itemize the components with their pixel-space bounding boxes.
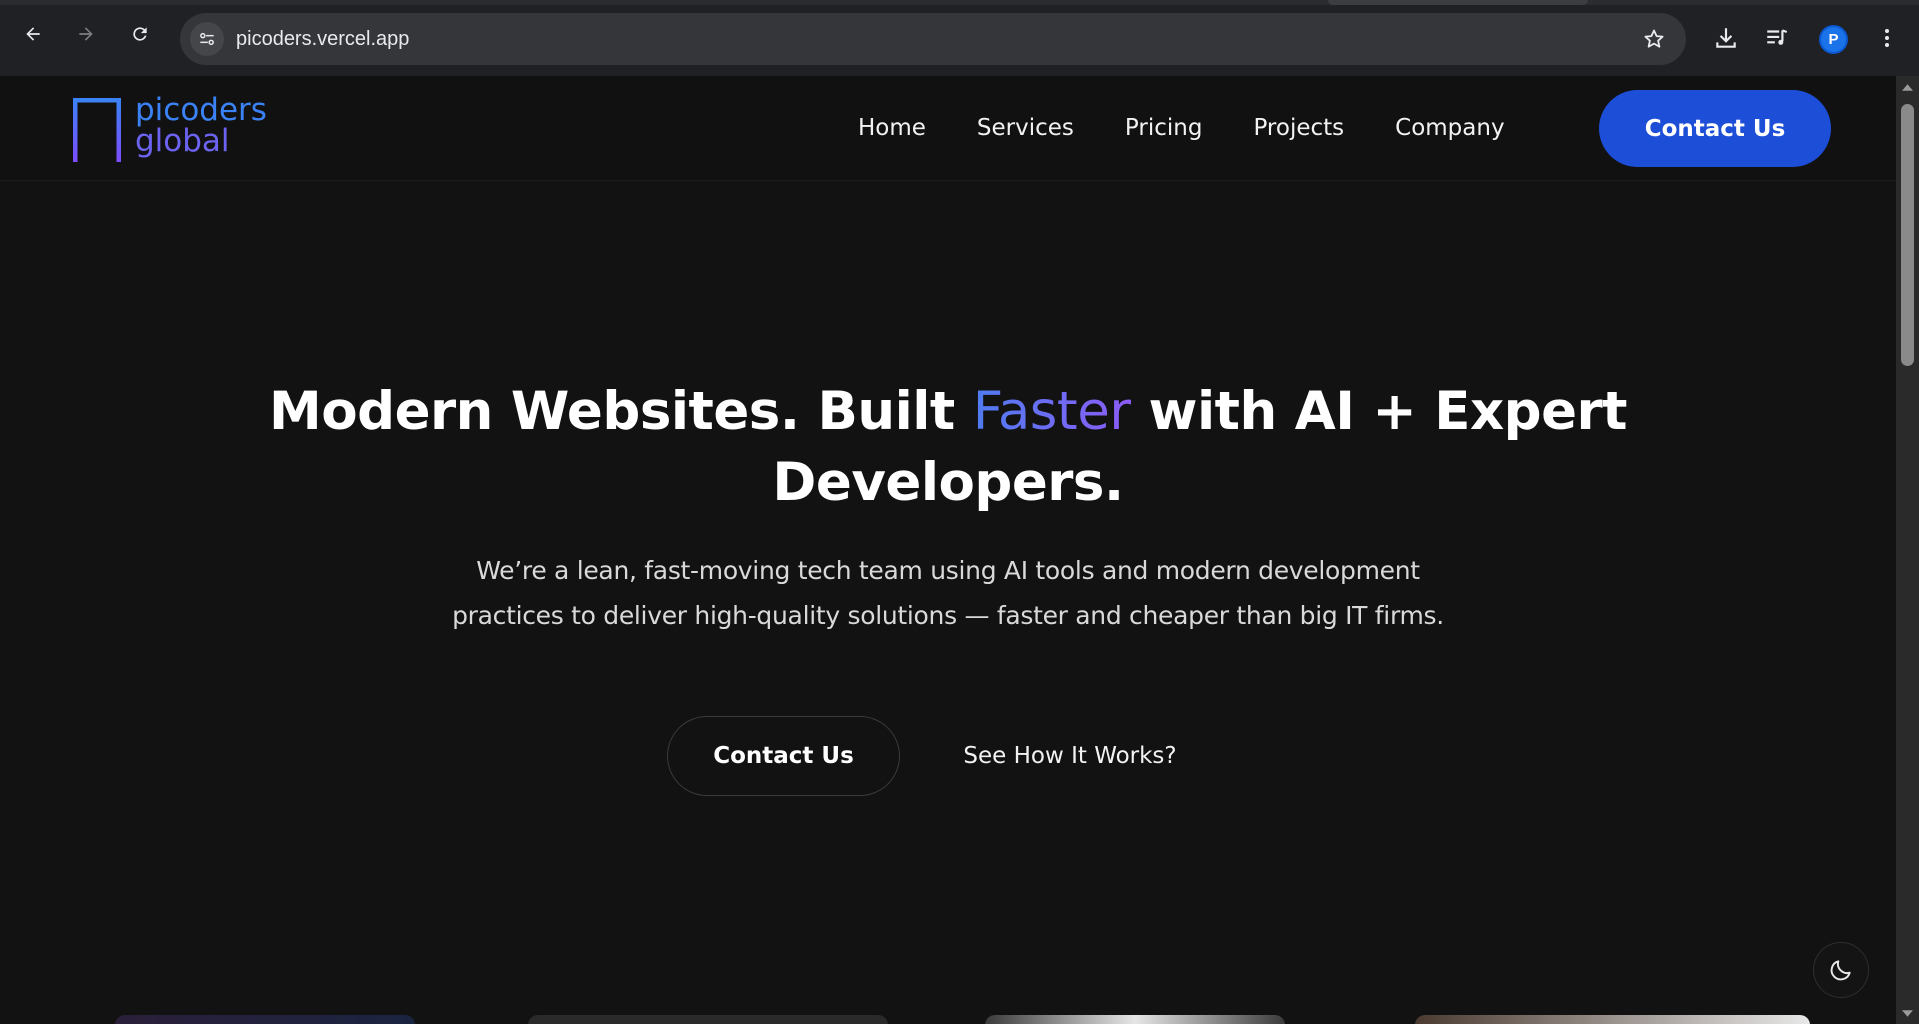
- media-queue-icon: [1767, 29, 1788, 45]
- nav-pricing[interactable]: Pricing: [1125, 110, 1203, 146]
- see-how-it-works-button[interactable]: See How It Works?: [940, 716, 1200, 796]
- scroll-up-arrow[interactable]: [1896, 78, 1919, 96]
- page-viewport: picoders global Home Services Pricing Pr…: [0, 76, 1896, 1024]
- logo-line-1: picoders: [135, 92, 267, 128]
- preview-card-4: [1415, 1015, 1810, 1024]
- url-text[interactable]: picoders.vercel.app: [236, 28, 409, 51]
- tab-strip-gap: [1328, 0, 1588, 5]
- hero-title-accent: Faster: [972, 381, 1131, 442]
- logo-line-2: global: [135, 123, 230, 159]
- browser-toolbar: picoders.vercel.app P: [0, 0, 1919, 76]
- forward-button[interactable]: [70, 18, 102, 50]
- downloads-button[interactable]: [1712, 24, 1740, 52]
- scroll-thumb[interactable]: [1901, 104, 1914, 366]
- address-bar[interactable]: picoders.vercel.app: [180, 13, 1686, 65]
- nav-home[interactable]: Home: [858, 110, 926, 146]
- tune-icon: [200, 32, 214, 46]
- hero-title-part-1: Modern Websites. Built: [269, 381, 973, 442]
- logo-mark-icon: [73, 98, 121, 162]
- site-logo[interactable]: picoders global: [73, 95, 273, 162]
- main-nav: Home Services Pricing Projects Company: [858, 110, 1505, 146]
- nav-projects[interactable]: Projects: [1253, 110, 1344, 146]
- scroll-down-arrow[interactable]: [1896, 1004, 1919, 1022]
- media-button[interactable]: [1763, 24, 1791, 52]
- arrow-left-icon: [26, 27, 40, 41]
- star-icon[interactable]: [1642, 27, 1666, 51]
- caret-down-icon: [1902, 1009, 1913, 1017]
- site-header: picoders global Home Services Pricing Pr…: [0, 76, 1896, 181]
- download-icon: [1716, 28, 1736, 48]
- arrow-right-icon: [79, 27, 93, 41]
- kebab-menu-icon: [1885, 29, 1889, 47]
- profile-avatar[interactable]: P: [1819, 25, 1848, 54]
- caret-up-icon: [1902, 83, 1913, 91]
- header-contact-button[interactable]: Contact Us: [1599, 90, 1831, 167]
- tab-strip: [0, 0, 1919, 5]
- reload-icon: [133, 27, 147, 41]
- nav-company[interactable]: Company: [1395, 110, 1504, 146]
- preview-card-1: [115, 1015, 415, 1024]
- theme-toggle-button[interactable]: [1813, 942, 1869, 998]
- back-button[interactable]: [17, 18, 49, 50]
- browser-menu-button[interactable]: [1873, 24, 1901, 52]
- preview-card-3: [985, 1015, 1285, 1024]
- hero-title: Modern Websites. Built Faster with AI + …: [248, 376, 1648, 518]
- preview-card-2: [528, 1015, 888, 1024]
- hero-contact-button[interactable]: Contact Us: [667, 716, 900, 796]
- moon-icon: [1830, 960, 1851, 981]
- reload-button[interactable]: [124, 18, 156, 50]
- site-info-button[interactable]: [190, 22, 224, 56]
- hero-subtitle: We’re a lean, fast-moving tech team usin…: [452, 556, 1444, 630]
- nav-services[interactable]: Services: [977, 110, 1074, 146]
- page-scrollbar[interactable]: [1896, 76, 1919, 1024]
- logo-wordmark: picoders global: [135, 95, 267, 157]
